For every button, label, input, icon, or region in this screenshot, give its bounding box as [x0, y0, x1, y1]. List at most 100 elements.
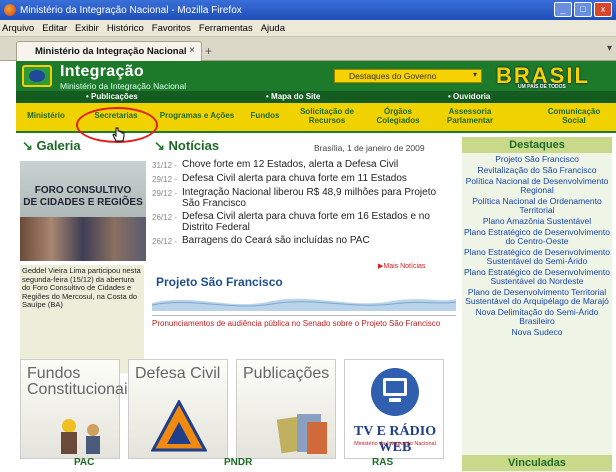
destaque-link[interactable]: Plano Estratégico de Desenvolvimento do …	[462, 228, 612, 246]
window-controls: _ □ x	[554, 2, 612, 17]
utility-bar: • Publicações • Mapa do Site • Ouvidoria	[16, 91, 616, 103]
menu-ajuda[interactable]: Ajuda	[261, 23, 285, 34]
destaque-link[interactable]: Política Nacional de Desenvolvimento Reg…	[462, 177, 612, 195]
destaques-sidebar: Destaques Projeto São Francisco Revitali…	[462, 137, 612, 472]
chevron-down-icon: ▾	[472, 70, 477, 79]
link-ouvidoria[interactable]: • Ouvidoria	[448, 92, 490, 101]
menu-ferramentas[interactable]: Ferramentas	[199, 23, 253, 34]
destaque-link[interactable]: Plano de Desenvolvimento Territorial Sus…	[462, 288, 612, 306]
noticias-date: Brasília, 1 de janeiro de 2009	[314, 143, 425, 153]
news-item[interactable]: 26/12 - Defesa Civil alerta para chuva fo…	[152, 211, 456, 233]
link-ras[interactable]: RAS	[372, 457, 393, 468]
mais-noticias-link[interactable]: ▶Mais Notícias	[378, 262, 425, 270]
news-list: 31/12 - Chove forte em 12 Estados, alerta…	[152, 159, 456, 249]
tile-label: Defesa Civil	[135, 365, 221, 382]
destaque-link[interactable]: Plano Amazônia Sustentável	[462, 217, 612, 226]
destaque-link[interactable]: Plano Estratégico de Desenvolvimento Sus…	[462, 248, 612, 266]
news-date: 29/12 -	[152, 175, 177, 184]
menu-favoritos[interactable]: Favoritos	[152, 23, 191, 34]
news-headline: Barragens do Ceará são incluídas no PAC	[182, 235, 370, 246]
nav-programas-acoes[interactable]: Programas e Ações	[156, 111, 238, 120]
menu-exibir[interactable]: Exibir	[75, 23, 99, 34]
tile-publicacoes[interactable]: Publicações	[236, 359, 336, 459]
nav-orgaos-colegiados[interactable]: Órgãos Colegiados	[368, 107, 428, 125]
link-mapa-do-site[interactable]: • Mapa do Site	[266, 92, 320, 101]
nav-fundos[interactable]: Fundos	[242, 111, 288, 120]
brasil-tagline: UM PAÍS DE TODOS	[518, 84, 566, 90]
news-item[interactable]: 29/12 - Defesa Civil alerta para chuva fo…	[152, 173, 456, 185]
news-item[interactable]: 31/12 - Chove forte em 12 Estados, alerta…	[152, 159, 456, 171]
galeria-crowd-photo	[20, 217, 146, 261]
divider	[152, 315, 456, 316]
close-tab-icon[interactable]: ×	[189, 45, 195, 56]
noticias-heading: ↘ Notícias	[154, 138, 220, 153]
tv-radio-label: TV E RÁDIO WEB	[353, 424, 437, 455]
noticias-title: Notícias	[168, 138, 220, 153]
pronunciamentos-link[interactable]: Pronunciamentos de audiência pública no …	[152, 319, 456, 328]
destaques-governo-value: Destaques do Governo	[349, 71, 437, 81]
news-date: 31/12 -	[152, 161, 177, 170]
tab-label: Ministério da Integração Nacional	[35, 46, 187, 57]
news-date: 26/12 -	[152, 213, 177, 222]
destaques-governo-select[interactable]: Destaques do Governo ▾	[334, 69, 482, 83]
tv-icon	[371, 368, 419, 416]
destaque-link[interactable]: Nova Delimitação do Semi-Árido Brasileir…	[462, 308, 612, 326]
menu-bar: Arquivo Editar Exibir Histórico Favorito…	[0, 20, 616, 37]
galeria-heading: ↘ Galeria	[22, 138, 81, 153]
destaques-title: Destaques	[462, 137, 612, 153]
menu-arquivo[interactable]: Arquivo	[2, 23, 34, 34]
vinculadas-title: Vinculadas	[462, 455, 612, 471]
workers-icon	[61, 419, 100, 454]
tile-defesa-civil[interactable]: Defesa Civil	[128, 359, 228, 459]
destaques-list: Projeto São Francisco Revitalização do S…	[462, 153, 612, 337]
link-publicacoes[interactable]: • Publicações	[86, 92, 138, 101]
new-tab-icon[interactable]: +	[205, 44, 212, 58]
nav-comunicacao-social[interactable]: Comunicação Social	[536, 107, 612, 125]
news-headline: Defesa Civil alerta para chuva forte em …	[182, 173, 407, 184]
defesa-civil-icon	[151, 400, 207, 452]
hand-cursor-icon	[112, 127, 125, 142]
integracao-logo[interactable]	[22, 65, 52, 87]
brasil-logo[interactable]: BRASIL UM PAÍS DE TODOS	[496, 63, 608, 90]
news-headline: Defesa Civil alerta para chuva forte em …	[182, 211, 430, 233]
destaque-link[interactable]: Revitalização do São Francisco	[462, 166, 612, 175]
maximize-button[interactable]: □	[574, 2, 592, 17]
river-wave-graphic	[152, 298, 456, 311]
link-pac[interactable]: PAC	[74, 457, 94, 468]
books-icon	[277, 414, 327, 454]
nav-assessoria-parlamentar[interactable]: Assessoria Parlamentar	[434, 107, 506, 125]
menu-historico[interactable]: Histórico	[107, 23, 144, 34]
window-title: Ministério da Integração Nacional - Mozi…	[20, 4, 242, 16]
window-titlebar: Ministério da Integração Nacional - Mozi…	[0, 0, 616, 20]
news-date: 29/12 -	[152, 189, 177, 198]
site-subbrand: Ministério da Integração Nacional	[60, 81, 187, 91]
destaque-link[interactable]: Nova Sudeco	[462, 328, 612, 337]
galeria-image[interactable]: FORO CONSULTIVO DE CIDADES E REGIÕES	[20, 161, 146, 261]
firefox-icon	[4, 4, 16, 16]
site-brand[interactable]: Integração	[60, 63, 144, 81]
tiles-row: Fundos Constitucionais Defesa Civil Publ…	[20, 359, 456, 469]
site-header: Integração Ministério da Integração Naci…	[16, 61, 616, 91]
close-window-button[interactable]: x	[594, 2, 612, 17]
tab-ministerio[interactable]: Ministério da Integração Nacional ×	[16, 41, 202, 61]
tile-label: Fundos Constitucionais	[27, 365, 136, 398]
destaque-link[interactable]: Projeto São Francisco	[462, 155, 612, 164]
menu-editar[interactable]: Editar	[42, 23, 67, 34]
galeria-caption[interactable]: Geddel Vieira Lima participou nesta segu…	[20, 265, 144, 373]
tile-tv-radio-web[interactable]: TV E RÁDIO WEB Ministério da Integração …	[344, 359, 444, 459]
nav-solicitacao-recursos[interactable]: Solicitação de Recursos	[292, 107, 362, 125]
web-page: Integração Ministério da Integração Naci…	[16, 61, 616, 472]
tv-radio-sublabel: Ministério da Integração Nacional	[354, 441, 436, 447]
minimize-button[interactable]: _	[554, 2, 572, 17]
destaque-link[interactable]: Política Nacional de Ordenamento Territo…	[462, 197, 612, 215]
nav-ministerio[interactable]: Ministério	[18, 111, 74, 120]
tab-list-icon[interactable]: ▾	[607, 43, 612, 54]
news-item[interactable]: 29/12 - Integração Nacional liberou R$ 48…	[152, 187, 456, 209]
destaque-link[interactable]: Plano Estratégico de Desenvolvimento Sus…	[462, 268, 612, 286]
news-item[interactable]: 26/12 - Barragens do Ceará são incluídas …	[152, 235, 456, 247]
tile-fundos-constitucionais[interactable]: Fundos Constitucionais	[20, 359, 136, 459]
projeto-sao-francisco-banner[interactable]: Projeto São Francisco	[156, 275, 283, 289]
link-pndr[interactable]: PNDR	[224, 457, 252, 468]
news-date: 26/12 -	[152, 237, 177, 246]
galeria-title: Galeria	[36, 138, 81, 153]
